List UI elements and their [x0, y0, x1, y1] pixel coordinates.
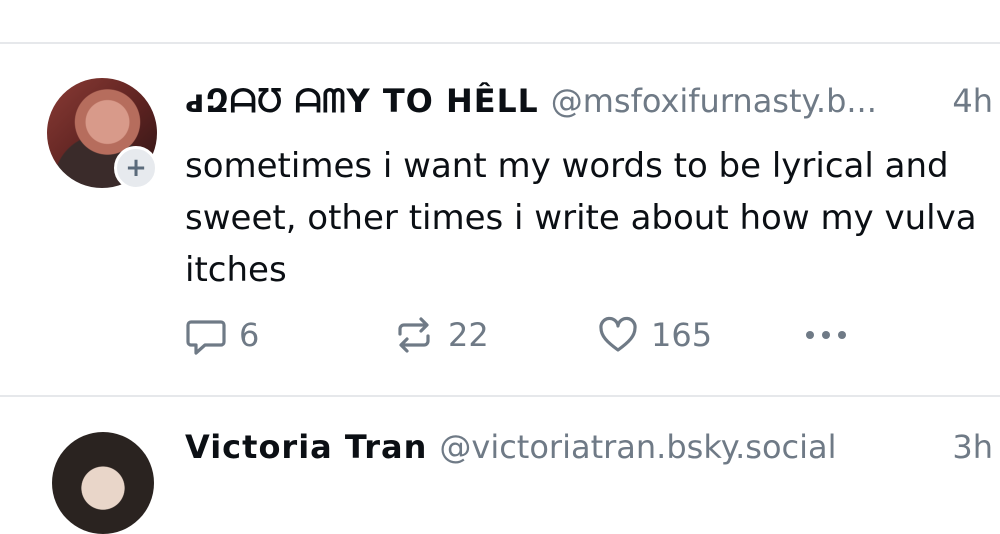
like-button[interactable]: 165	[597, 310, 712, 360]
post-timestamp[interactable]: 4h	[952, 82, 993, 120]
reply-count: 6	[239, 316, 260, 354]
like-count: 165	[651, 316, 713, 354]
reply-bubble-icon	[186, 320, 226, 355]
next-post-timestamp[interactable]: 3h	[952, 428, 993, 466]
post-text: sometimes i want my words to be lyrical …	[185, 146, 977, 290]
ellipsis-icon	[806, 331, 846, 339]
more-options-button[interactable]	[802, 310, 850, 360]
repost-arrows-icon	[398, 317, 430, 353]
post-actions: 6 22 165	[185, 310, 885, 360]
next-post-header: Victoria Tran @victoriatran.bsky.social …	[185, 428, 993, 476]
heart-icon	[599, 316, 637, 352]
repost-count: 22	[448, 316, 489, 354]
repost-button[interactable]: 22	[392, 310, 489, 360]
next-post-avatar[interactable]	[52, 432, 154, 534]
previous-post-actions-partial	[184, 0, 704, 4]
author-handle[interactable]: @msfoxifurnasty.b...	[551, 82, 877, 120]
follow-plus-icon[interactable]: +	[114, 146, 158, 190]
next-author-display-name[interactable]: Victoria Tran	[185, 428, 427, 466]
author-display-name[interactable]: ԁԶᗩᘮ ᗩᗰY TO ᕼÊᒪᒪ	[185, 82, 539, 121]
post-header: ԁԶᗩᘮ ᗩᗰY TO ᕼÊᒪᒪ @msfoxifurnasty.b... 4h	[185, 82, 993, 130]
post-divider-bottom	[0, 395, 1000, 397]
next-author-handle[interactable]: @victoriatran.bsky.social	[439, 428, 836, 466]
reply-button[interactable]: 6	[185, 310, 259, 360]
post-divider-top	[0, 42, 1000, 44]
